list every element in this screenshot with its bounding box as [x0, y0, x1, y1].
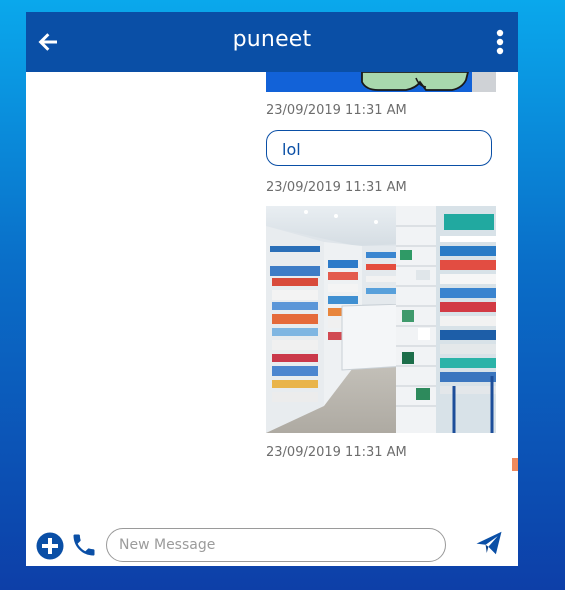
message-list[interactable]: 23/09/2019 11:31 AM lol 23/09/2019 11:31…: [26, 72, 518, 518]
message-timestamp: 23/09/2019 11:31 AM: [266, 180, 407, 195]
message-timestamp: 23/09/2019 11:31 AM: [266, 103, 407, 118]
plus-circle-icon: [36, 532, 64, 560]
scroll-indicator[interactable]: [512, 458, 518, 471]
message-bubble-text[interactable]: lol: [266, 130, 492, 166]
message-composer: [26, 518, 518, 566]
more-vertical-icon: [496, 29, 504, 55]
chat-window: puneet 23/09/2019 11:31 AM lol 23/09/201…: [26, 12, 518, 566]
send-button[interactable]: [474, 528, 506, 560]
message-timestamp: 23/09/2019 11:31 AM: [266, 445, 407, 460]
chat-header: puneet: [26, 12, 518, 72]
phone-icon: [73, 534, 95, 556]
sticker-image: [266, 72, 496, 92]
message-input[interactable]: [106, 528, 446, 562]
call-button[interactable]: [70, 530, 98, 560]
attach-button[interactable]: [36, 532, 64, 560]
message-image-photo[interactable]: [266, 206, 496, 433]
send-icon: [476, 531, 502, 555]
message-image-sticker[interactable]: [266, 72, 496, 92]
message-text: lol: [282, 140, 301, 159]
contact-name: puneet: [232, 27, 312, 52]
pharmacy-photo: [266, 206, 496, 433]
more-options-button[interactable]: [492, 28, 508, 56]
